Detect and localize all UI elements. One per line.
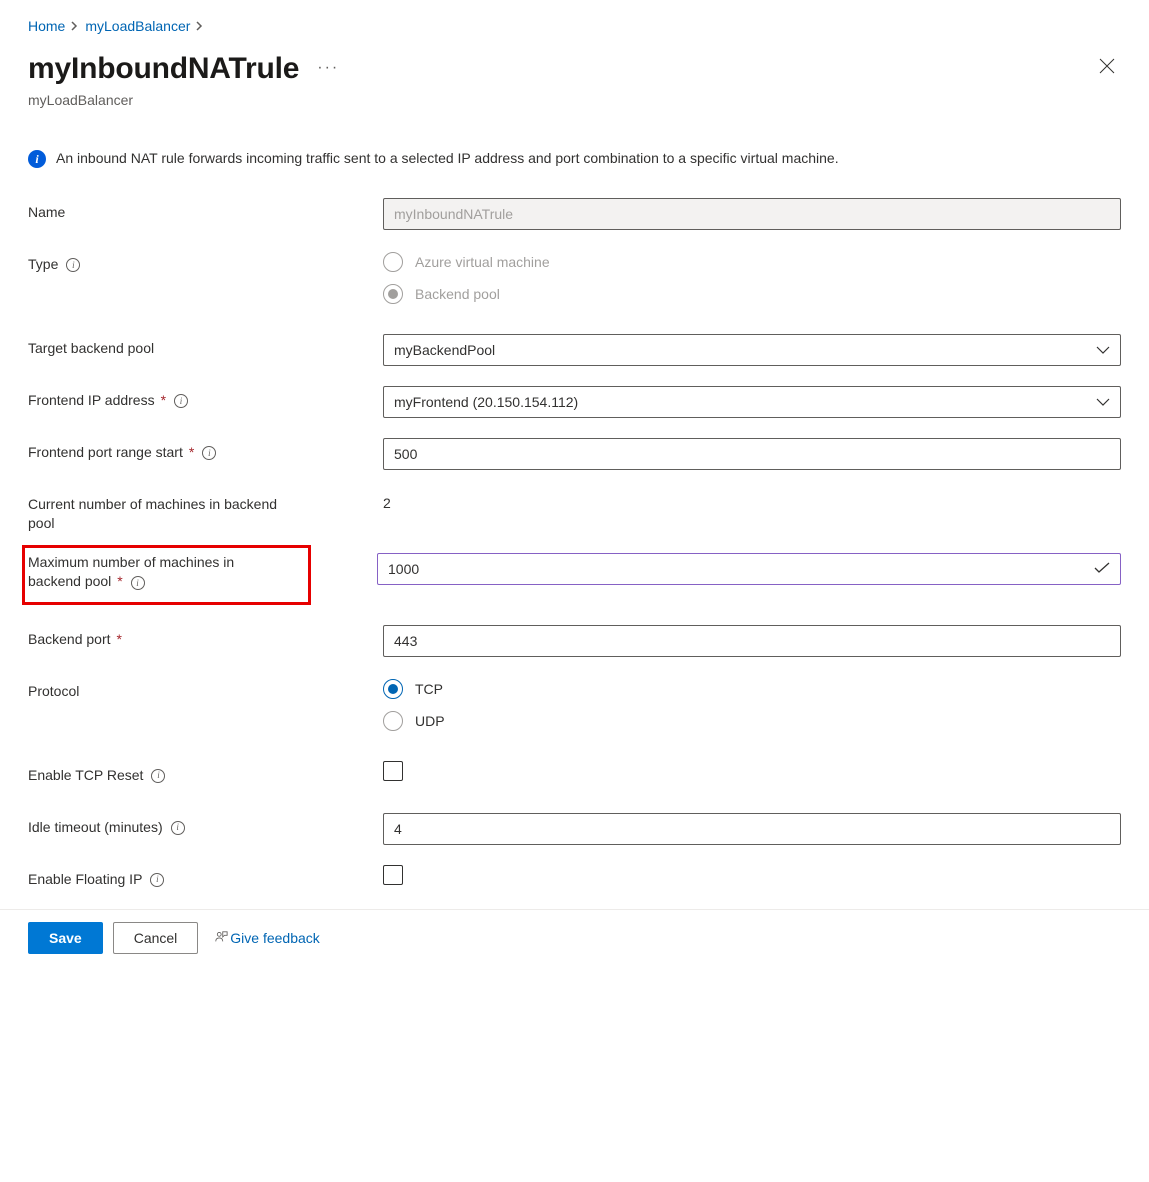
protocol-option-tcp[interactable]: TCP — [383, 679, 1121, 699]
name-label: Name — [28, 203, 65, 222]
frontend-ip-value: myFrontend (20.150.154.112) — [394, 394, 578, 410]
chevron-down-icon — [1096, 394, 1110, 410]
info-icon[interactable]: i — [150, 873, 164, 887]
frontend-port-start-input[interactable]: 500 — [383, 438, 1121, 470]
idle-timeout-input[interactable]: 4 — [383, 813, 1121, 845]
close-icon — [1099, 58, 1115, 74]
more-actions-button[interactable]: ··· — [317, 59, 339, 77]
max-machines-value: 1000 — [388, 561, 1086, 577]
required-icon: * — [161, 391, 166, 410]
protocol-option-udp[interactable]: UDP — [383, 711, 1121, 731]
info-banner-text: An inbound NAT rule forwards incoming tr… — [56, 148, 839, 168]
info-icon[interactable]: i — [66, 258, 80, 272]
frontend-ip-select[interactable]: myFrontend (20.150.154.112) — [383, 386, 1121, 418]
breadcrumb: Home myLoadBalancer — [28, 18, 1121, 34]
protocol-radio-group: TCP UDP — [383, 677, 1121, 731]
required-icon: * — [117, 573, 122, 589]
save-button[interactable]: Save — [28, 922, 103, 954]
current-machines-value: 2 — [383, 490, 1121, 511]
check-icon — [1094, 561, 1110, 577]
floating-ip-checkbox[interactable] — [383, 865, 403, 885]
radio-icon — [383, 711, 403, 731]
radio-icon — [383, 679, 403, 699]
breadcrumb-home[interactable]: Home — [28, 18, 65, 34]
name-input: myInboundNATrule — [383, 198, 1121, 230]
info-icon[interactable]: i — [202, 446, 216, 460]
idle-timeout-label: Idle timeout (minutes) — [28, 818, 163, 837]
feedback-text: Give feedback — [230, 930, 320, 946]
person-feedback-icon — [214, 930, 228, 947]
radio-icon — [383, 252, 403, 272]
type-option-pool-label: Backend pool — [415, 286, 500, 302]
backend-port-input[interactable]: 443 — [383, 625, 1121, 657]
idle-timeout-value: 4 — [394, 821, 1110, 837]
type-option-vm: Azure virtual machine — [383, 252, 1121, 272]
protocol-tcp-label: TCP — [415, 681, 443, 697]
type-label: Type — [28, 255, 58, 274]
page-title: myInboundNATrule — [28, 52, 299, 86]
close-button[interactable] — [1093, 52, 1121, 83]
required-icon: * — [117, 630, 122, 649]
info-banner: i An inbound NAT rule forwards incoming … — [28, 148, 1121, 168]
protocol-label: Protocol — [28, 682, 79, 701]
max-machines-input[interactable]: 1000 — [377, 553, 1121, 585]
backend-port-label: Backend port — [28, 630, 111, 649]
current-machines-label: Current number of machines in backend po… — [28, 495, 288, 533]
type-radio-group: Azure virtual machine Backend pool — [383, 250, 1121, 304]
breadcrumb-parent[interactable]: myLoadBalancer — [85, 18, 190, 34]
type-option-vm-label: Azure virtual machine — [415, 254, 550, 270]
frontend-ip-label: Frontend IP address — [28, 391, 155, 410]
type-option-pool: Backend pool — [383, 284, 1121, 304]
target-pool-select[interactable]: myBackendPool — [383, 334, 1121, 366]
frontend-port-start-value: 500 — [394, 446, 1110, 462]
info-icon[interactable]: i — [174, 394, 188, 408]
radio-icon — [383, 284, 403, 304]
backend-port-value: 443 — [394, 633, 1110, 649]
name-value: myInboundNATrule — [394, 206, 1110, 222]
page-subtitle: myLoadBalancer — [28, 92, 339, 108]
required-icon: * — [189, 443, 194, 462]
footer-bar: Save Cancel Give feedback — [0, 909, 1149, 966]
frontend-port-start-label: Frontend port range start — [28, 443, 183, 462]
info-icon[interactable]: i — [151, 769, 165, 783]
target-pool-value: myBackendPool — [394, 342, 495, 358]
cancel-button[interactable]: Cancel — [113, 922, 199, 954]
target-pool-label: Target backend pool — [28, 339, 154, 358]
floating-ip-label: Enable Floating IP — [28, 870, 142, 889]
chevron-right-icon — [71, 18, 79, 34]
protocol-udp-label: UDP — [415, 713, 445, 729]
chevron-right-icon — [196, 18, 204, 34]
info-icon[interactable]: i — [131, 576, 145, 590]
info-icon[interactable]: i — [171, 821, 185, 835]
tcp-reset-label: Enable TCP Reset — [28, 766, 143, 785]
chevron-down-icon — [1096, 342, 1110, 358]
tcp-reset-checkbox[interactable] — [383, 761, 403, 781]
info-icon: i — [28, 150, 46, 168]
feedback-link[interactable]: Give feedback — [214, 930, 320, 947]
